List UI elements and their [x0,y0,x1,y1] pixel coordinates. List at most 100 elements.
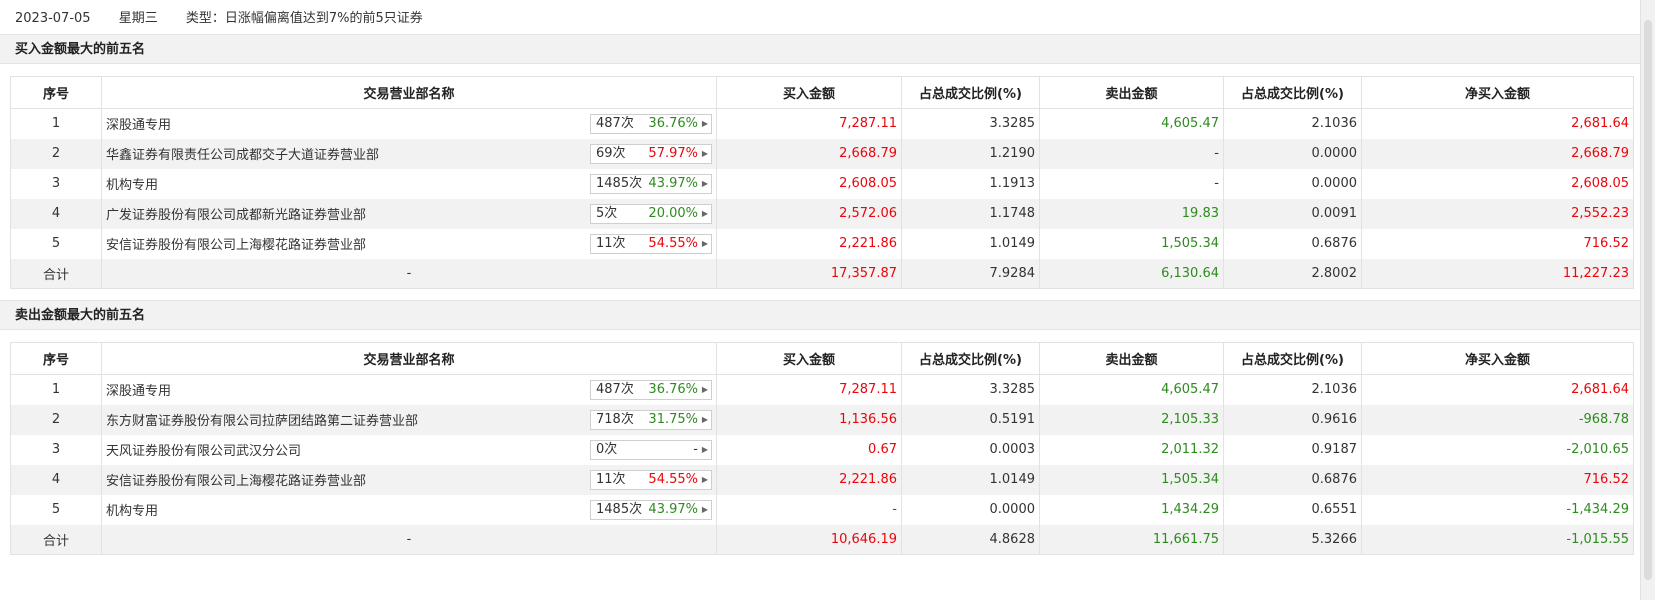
sell-ratio-cell: 0.0000 [1223,138,1362,169]
buy-ratio-cell: 0.0003 [901,434,1040,465]
column-header[interactable]: 净买入金额 [1361,342,1634,375]
sell-amount-cell: 1,505.34 [1039,464,1224,495]
sell-ratio-cell: 0.0091 [1223,198,1362,229]
win-rate: 43.97% [648,175,698,191]
caret-right-icon: ▶ [701,119,708,128]
broker-name-link[interactable]: 安信证券股份有限公司上海樱花路证券营业部 [106,474,366,489]
net-buy-cell: -968.78 [1361,404,1634,435]
broker-stats-dropdown[interactable]: 1485次 43.97% ▶ [590,173,712,194]
total-label: 合计 [10,258,102,289]
column-header[interactable]: 卖出金额 [1039,76,1224,109]
win-rate: 57.97% [648,145,698,161]
total-row: 合计 -17,357.87 7.9284 6,130.64 2.8002 11,227.2… [10,258,1634,289]
broker-name-cell: 深股通专用 487次 36.76% ▶ [101,108,717,139]
table-row: 4 广发证券股份有限公司成都新光路证券营业部 5次 20.00% ▶ 2,572.06 1.… [10,198,1634,229]
header-row: 序号 交易营业部名称 买入金额 占总成交比例(%) 卖出金额 占总成交比例(%) 净买入金额 [10,342,1634,375]
broker-stats-dropdown[interactable]: 487次 36.76% ▶ [590,114,712,134]
win-rate: 54.55% [648,235,698,251]
sell-ratio-cell: 0.9616 [1223,404,1362,435]
listing-count: 0次 [596,441,618,457]
header-row: 序号 交易营业部名称 买入金额 占总成交比例(%) 卖出金额 占总成交比例(%) 净买入金额 [10,76,1634,109]
buy-amount-cell: 7,287.11 [716,374,902,405]
listing-count: 718次 [596,411,634,427]
buy-amount-cell: - [716,494,902,525]
rank-cell: 3 [10,168,102,199]
total-buy-amount: 17,357.87 [716,258,902,289]
total-sell-ratio: 5.3266 [1223,524,1362,555]
listing-count: 11次 [596,471,626,487]
column-header[interactable]: 买入金额 [716,342,902,375]
sell-amount-cell: 4,605.47 [1039,108,1224,139]
rank-cell: 1 [10,374,102,405]
broker-stats-dropdown[interactable]: 487次 36.76% ▶ [590,380,712,400]
column-header[interactable]: 交易营业部名称 [101,342,717,375]
column-header[interactable]: 净买入金额 [1361,76,1634,109]
column-header[interactable]: 买入金额 [716,76,902,109]
column-header[interactable]: 交易营业部名称 [101,76,717,109]
win-rate: 36.76% [648,116,698,131]
scrollbar-thumb[interactable] [1644,20,1652,580]
total-row: 合计 -10,646.19 4.8628 11,661.75 5.3266 -1,015.… [10,524,1634,555]
broker-stats-dropdown[interactable]: 11次 54.55% ▶ [590,469,712,490]
broker-stats-dropdown[interactable]: 0次 - ▶ [590,439,712,460]
listing-count: 69次 [596,145,626,161]
column-header[interactable]: 占总成交比例(%) [901,342,1040,375]
sell-section-title: 卖出金额最大的前五名 [0,300,1641,330]
broker-name-cell: 广发证券股份有限公司成都新光路证券营业部 5次 20.00% ▶ [101,198,717,229]
column-header[interactable]: 序号 [10,76,102,109]
sell-ratio-cell: 2.1036 [1223,108,1362,139]
caret-right-icon: ▶ [701,385,708,394]
broker-name-link[interactable]: 天风证券股份有限公司武汉分公司 [106,444,301,459]
trade-date: 2023-07-05 [15,11,91,26]
broker-name-link[interactable]: 东方财富证券股份有限公司拉萨团结路第二证券营业部 [106,414,418,429]
column-header[interactable]: 占总成交比例(%) [901,76,1040,109]
listing-count: 487次 [596,116,634,131]
buy-amount-cell: 7,287.11 [716,108,902,139]
buy-amount-cell: 2,608.05 [716,168,902,199]
broker-name-cell: 天风证券股份有限公司武汉分公司 0次 - ▶ [101,434,717,465]
table-row: 5 机构专用 1485次 43.97% ▶ -0.0000 1,434.29 0.6551 -1… [10,494,1634,525]
sell-ratio-cell: 0.0000 [1223,168,1362,199]
total-sell-amount: 6,130.64 [1039,258,1224,289]
total-name-placeholder: - [101,524,717,555]
sell-ratio-cell: 0.9187 [1223,434,1362,465]
broker-name-link[interactable]: 华鑫证券有限责任公司成都交子大道证券营业部 [106,148,379,163]
vertical-scrollbar[interactable] [1640,0,1655,600]
sell-amount-cell: 1,434.29 [1039,494,1224,525]
broker-name-link[interactable]: 深股通专用 [106,384,171,399]
broker-name-link[interactable]: 深股通专用 [106,118,171,133]
broker-name-link[interactable]: 机构专用 [106,178,158,193]
net-buy-cell: -2,010.65 [1361,434,1634,465]
table-row: 3 机构专用 1485次 43.97% ▶ 2,608.05 1.1913-0.0000 2,… [10,168,1634,199]
caret-right-icon: ▶ [701,208,708,218]
broker-name-cell: 安信证券股份有限公司上海樱花路证券营业部 11次 54.55% ▶ [101,228,717,259]
column-header[interactable]: 序号 [10,342,102,375]
broker-name-link[interactable]: 安信证券股份有限公司上海樱花路证券营业部 [106,238,366,253]
table-row: 4 安信证券股份有限公司上海樱花路证券营业部 11次 54.55% ▶ 2,221.86 1… [10,464,1634,495]
broker-stats-dropdown[interactable]: 69次 57.97% ▶ [590,143,712,164]
column-header[interactable]: 卖出金额 [1039,342,1224,375]
broker-name-link[interactable]: 广发证券股份有限公司成都新光路证券营业部 [106,208,366,223]
broker-stats-dropdown[interactable]: 11次 54.55% ▶ [590,233,712,254]
list-type: 类型：日涨幅偏离值达到7%的前5只证券 [185,11,423,26]
broker-name-link[interactable]: 机构专用 [106,504,158,519]
table-row: 2 东方财富证券股份有限公司拉萨团结路第二证券营业部 718次 31.75% ▶ 1,13… [10,404,1634,435]
win-rate: 54.55% [648,471,698,487]
sell-ratio-cell: 0.6876 [1223,464,1362,495]
net-buy-cell: 2,552.23 [1361,198,1634,229]
page-frame: 2023-07-05 星期三 类型：日涨幅偏离值达到7%的前5只证券 买入金额最… [0,0,1641,600]
table-row: 3 天风证券股份有限公司武汉分公司 0次 - ▶ 0.67 0.0003 2,011.32 0.… [10,434,1634,465]
buy-ratio-cell: 1.1748 [901,198,1040,229]
broker-stats-dropdown[interactable]: 1485次 43.97% ▶ [590,499,712,520]
column-header[interactable]: 占总成交比例(%) [1223,342,1362,375]
column-header[interactable]: 占总成交比例(%) [1223,76,1362,109]
broker-stats-dropdown[interactable]: 5次 20.00% ▶ [590,203,712,224]
sell-ratio-cell: 0.6876 [1223,228,1362,259]
broker-stats-dropdown[interactable]: 718次 31.75% ▶ [590,409,712,430]
total-buy-amount: 10,646.19 [716,524,902,555]
sell-amount-cell: 2,105.33 [1039,404,1224,435]
rank-cell: 1 [10,108,102,139]
sell-amount-cell: 19.83 [1039,198,1224,229]
total-name-placeholder: - [101,258,717,289]
win-rate: 20.00% [648,205,698,221]
